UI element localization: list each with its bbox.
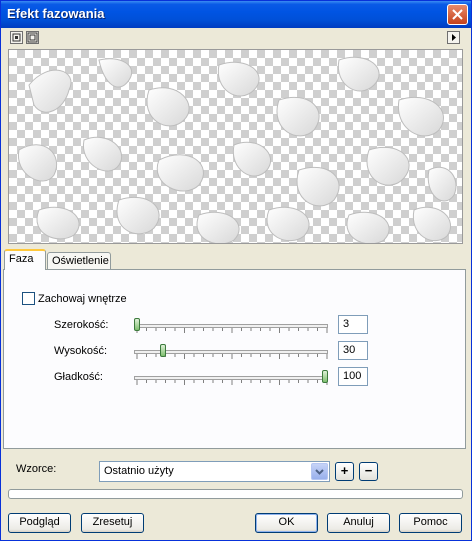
dialog-window: Efekt fazowania Faza Oświetlenie Zachowa… xyxy=(0,0,472,541)
close-icon xyxy=(452,9,463,20)
remove-preset-button[interactable]: − xyxy=(359,462,378,481)
tab-oswietlenie[interactable]: Oświetlenie xyxy=(47,252,111,270)
preview-canvas[interactable] xyxy=(8,49,463,244)
faza-panel: Zachowaj wnętrze Szerokość: 3 Wysokość: … xyxy=(3,269,466,449)
smoothness-input[interactable]: 100 xyxy=(338,367,368,386)
tab-faza[interactable]: Faza xyxy=(4,249,46,270)
chevron-down-icon xyxy=(315,469,324,475)
smoothness-slider-thumb[interactable] xyxy=(322,370,328,383)
presets-label: Wzorce: xyxy=(16,463,57,475)
dropdown-arrow-button[interactable] xyxy=(311,463,328,480)
width-label: Szerokość: xyxy=(54,319,109,331)
expand-button[interactable] xyxy=(447,31,460,44)
bevel-texture-image xyxy=(18,56,457,243)
cancel-button[interactable]: Anuluj xyxy=(327,513,390,533)
keep-inner-checkbox[interactable] xyxy=(22,292,35,305)
title-bar[interactable]: Efekt fazowania xyxy=(1,1,471,28)
zoom-fit-button[interactable] xyxy=(10,31,23,44)
width-slider-thumb[interactable] xyxy=(134,318,140,331)
actual-size-button[interactable] xyxy=(26,31,39,44)
keep-inner-label: Zachowaj wnętrze xyxy=(38,293,127,305)
height-label: Wysokość: xyxy=(54,345,108,357)
width-slider-ticks xyxy=(136,328,328,333)
presets-dropdown[interactable]: Ostatnio użyty xyxy=(99,461,330,482)
actual-size-icon xyxy=(27,32,38,43)
window-title: Efekt fazowania xyxy=(7,6,105,21)
tab-oswietlenie-label: Oświetlenie xyxy=(52,255,109,267)
expand-arrow-icon xyxy=(452,34,456,41)
width-input[interactable]: 3 xyxy=(338,315,368,334)
presets-selected-value: Ostatnio użyty xyxy=(104,465,174,477)
reset-button[interactable]: Zresetuj xyxy=(81,513,144,533)
close-button[interactable] xyxy=(447,4,468,25)
zoom-fit-icon xyxy=(12,33,21,42)
preview-button[interactable]: Podgląd xyxy=(8,513,71,533)
ok-button[interactable]: OK xyxy=(255,513,318,533)
height-input[interactable]: 30 xyxy=(338,341,368,360)
add-preset-button[interactable]: + xyxy=(335,462,354,481)
smoothness-slider-ticks xyxy=(136,380,328,385)
smoothness-label: Gładkość: xyxy=(54,371,103,383)
help-button[interactable]: Pomoc xyxy=(399,513,462,533)
progress-bar xyxy=(8,489,463,499)
tab-faza-label: Faza xyxy=(9,253,34,265)
height-slider-thumb[interactable] xyxy=(160,344,167,357)
